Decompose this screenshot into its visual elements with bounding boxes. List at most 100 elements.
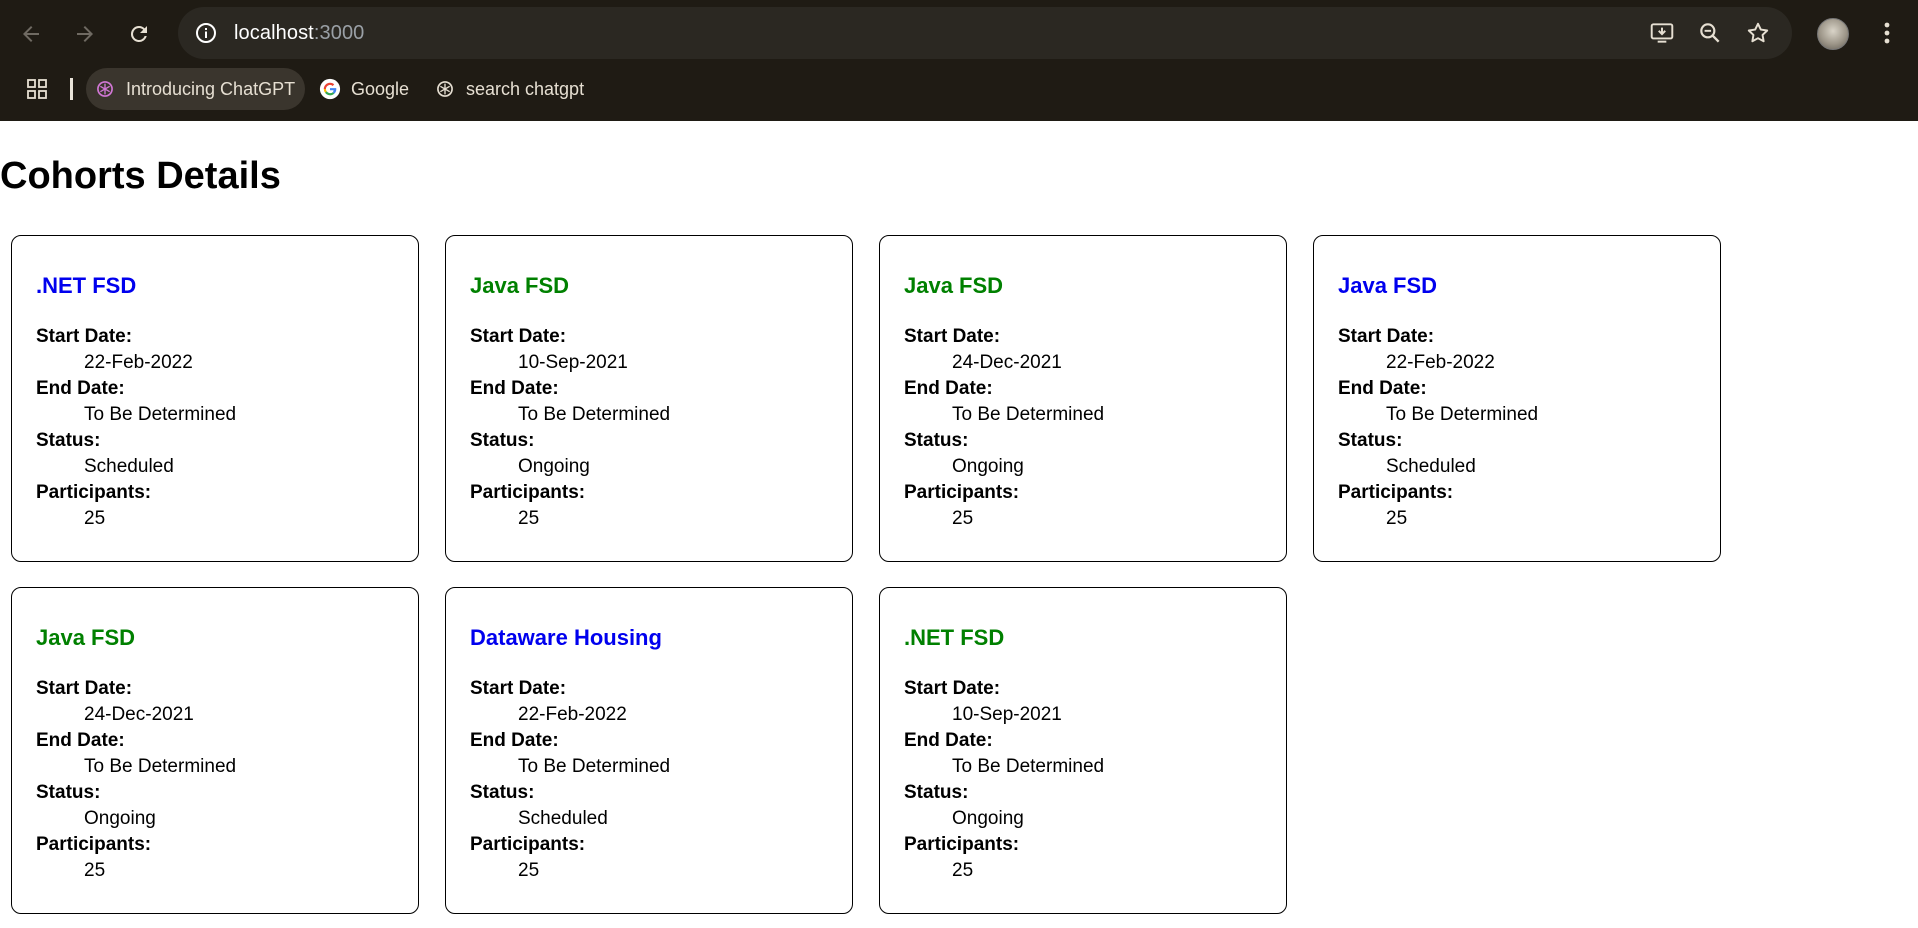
status-label: Status:: [904, 430, 969, 451]
participants-label: Participants:: [1338, 482, 1454, 503]
start-date-label: Start Date:: [470, 326, 567, 347]
status-label: Status:: [36, 782, 101, 803]
status-label: Status:: [470, 782, 535, 803]
start-date-value: 10-Sep-2021: [952, 704, 1062, 725]
end-date-label: End Date:: [470, 730, 559, 751]
cohort-card: Java FSD Start Date: 24-Dec-2021 End Dat…: [11, 587, 419, 914]
cohort-card: Java FSD Start Date: 10-Sep-2021 End Dat…: [445, 235, 853, 562]
participants-label: Participants:: [904, 482, 1020, 503]
cohort-card: Dataware Housing Start Date: 22-Feb-2022…: [445, 587, 853, 914]
participants-value: 25: [518, 508, 540, 529]
page-title: Cohorts Details: [0, 155, 281, 197]
start-date-label: Start Date:: [904, 326, 1001, 347]
participants-value: 25: [84, 860, 106, 881]
start-date-value: 24-Dec-2021: [952, 352, 1062, 373]
participants-label: Participants:: [470, 482, 586, 503]
end-date-label: End Date:: [470, 378, 559, 399]
bookmarks-bar: Introducing ChatGPT Google search chatgp…: [0, 68, 1918, 110]
forward-button[interactable]: [63, 12, 107, 56]
browser-menu-icon[interactable]: [1872, 16, 1902, 50]
bookmark-google[interactable]: Google: [311, 68, 419, 110]
end-date-label: End Date:: [1338, 378, 1427, 399]
address-bar[interactable]: localhost:3000: [178, 7, 1792, 59]
site-info-icon[interactable]: [194, 21, 218, 45]
cohort-name: Java FSD: [470, 273, 570, 298]
install-app-icon[interactable]: [1648, 19, 1676, 47]
cohort-details: Start Date: 22-Feb-2022 End Date: To Be …: [36, 324, 236, 532]
end-date-value: To Be Determined: [1386, 404, 1539, 425]
start-date-label: Start Date:: [36, 678, 133, 699]
participants-label: Participants:: [36, 482, 152, 503]
chatgpt-icon: [94, 78, 116, 100]
bookmark-label: Introducing ChatGPT: [126, 78, 296, 99]
bookmarks-divider: [70, 78, 73, 100]
end-date-label: End Date:: [36, 378, 125, 399]
cohort-name: Java FSD: [1338, 273, 1438, 298]
cohort-name: .NET FSD: [36, 273, 137, 298]
arrow-left-icon: [23, 26, 39, 42]
back-button[interactable]: [9, 12, 53, 56]
reload-icon: [130, 25, 147, 42]
chatgpt-icon: [434, 78, 456, 100]
start-date-value: 24-Dec-2021: [84, 704, 194, 725]
star-bookmark-icon[interactable]: [1744, 19, 1772, 47]
participants-value: 25: [518, 860, 540, 881]
start-date-value: 22-Feb-2022: [1386, 352, 1495, 373]
cohort-name: Java FSD: [904, 273, 1004, 298]
url-text[interactable]: localhost:3000: [234, 21, 364, 45]
bookmark-introducing-chatgpt[interactable]: Introducing ChatGPT: [86, 68, 306, 110]
browser-toolbar: localhost:3000: [0, 0, 1918, 68]
cohort-card: .NET FSD Start Date: 22-Feb-2022 End Dat…: [11, 235, 419, 562]
end-date-value: To Be Determined: [84, 756, 237, 777]
participants-label: Participants:: [470, 834, 586, 855]
status-value: Ongoing: [952, 808, 1024, 829]
status-label: Status:: [470, 430, 535, 451]
cohort-details: Start Date: 24-Dec-2021 End Date: To Be …: [36, 676, 236, 884]
start-date-label: Start Date:: [36, 326, 133, 347]
url-port: :3000: [313, 22, 365, 44]
start-date-value: 22-Feb-2022: [518, 704, 627, 725]
cohort-details: Start Date: 24-Dec-2021 End Date: To Be …: [904, 324, 1104, 532]
cohort-name: Java FSD: [36, 625, 136, 650]
status-label: Status:: [1338, 430, 1403, 451]
url-host: localhost: [234, 22, 314, 44]
end-date-value: To Be Determined: [952, 756, 1105, 777]
cohort-details: Start Date: 10-Sep-2021 End Date: To Be …: [470, 324, 670, 532]
bookmark-label: Google: [351, 78, 410, 99]
cohort-name: .NET FSD: [904, 625, 1005, 650]
participants-value: 25: [1386, 508, 1408, 529]
status-value: Ongoing: [518, 456, 590, 477]
participants-value: 25: [84, 508, 106, 529]
status-value: Scheduled: [84, 456, 174, 477]
participants-label: Participants:: [904, 834, 1020, 855]
status-value: Scheduled: [1386, 456, 1476, 477]
status-value: Scheduled: [518, 808, 608, 829]
browser-chrome: localhost:3000 Introducing ChatGPT Googl…: [0, 0, 1918, 121]
zoom-icon[interactable]: [1696, 19, 1724, 47]
status-value: Ongoing: [84, 808, 156, 829]
reload-button[interactable]: [117, 12, 161, 56]
start-date-value: 22-Feb-2022: [84, 352, 193, 373]
cohort-details: Start Date: 22-Feb-2022 End Date: To Be …: [470, 676, 670, 884]
end-date-label: End Date:: [904, 730, 993, 751]
google-icon: [319, 78, 341, 100]
status-value: Ongoing: [952, 456, 1024, 477]
bookmark-search-chatgpt[interactable]: search chatgpt: [426, 68, 594, 110]
bookmark-label: search chatgpt: [466, 78, 585, 99]
cohort-details: Start Date: 22-Feb-2022 End Date: To Be …: [1338, 324, 1538, 532]
end-date-label: End Date:: [904, 378, 993, 399]
start-date-label: Start Date:: [470, 678, 567, 699]
start-date-label: Start Date:: [904, 678, 1001, 699]
cohort-name: Dataware Housing: [470, 625, 662, 650]
start-date-value: 10-Sep-2021: [518, 352, 628, 373]
end-date-value: To Be Determined: [952, 404, 1105, 425]
arrow-right-icon: [77, 26, 93, 42]
cohort-details: Start Date: 10-Sep-2021 End Date: To Be …: [904, 676, 1104, 884]
status-label: Status:: [904, 782, 969, 803]
apps-grid-icon[interactable]: [25, 77, 49, 101]
end-date-label: End Date:: [36, 730, 125, 751]
end-date-value: To Be Determined: [518, 404, 671, 425]
profile-avatar[interactable]: [1817, 18, 1849, 50]
participants-value: 25: [952, 860, 974, 881]
start-date-label: Start Date:: [1338, 326, 1435, 347]
